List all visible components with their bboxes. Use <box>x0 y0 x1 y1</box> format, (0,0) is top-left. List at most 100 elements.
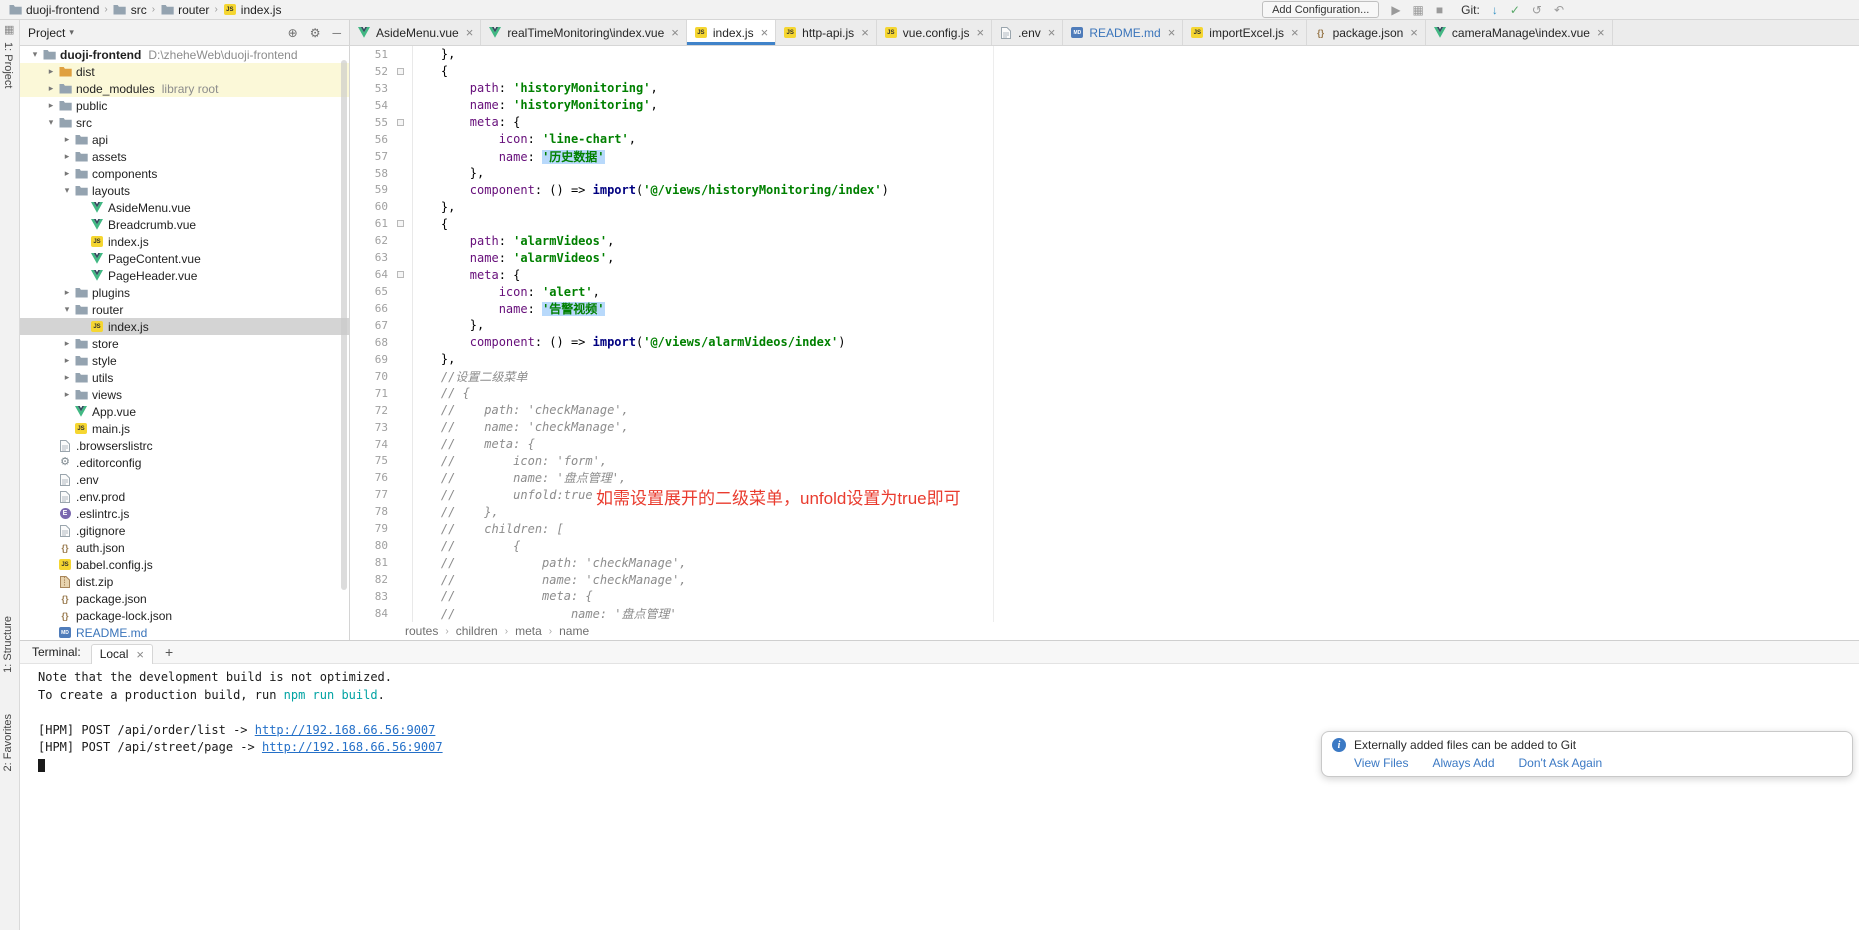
code-text[interactable]: name: 'historyMonitoring', <box>412 98 658 112</box>
code-text[interactable]: // name: 'checkManage', <box>412 420 629 434</box>
line-number[interactable]: 79 <box>350 522 388 535</box>
code-text[interactable]: // { <box>412 386 470 400</box>
editor-tab[interactable]: {}package.json× <box>1307 20 1426 45</box>
fold-marker-icon[interactable] <box>397 68 404 75</box>
editor-tab[interactable]: .env× <box>992 20 1063 45</box>
editor-breadcrumb-item[interactable]: meta <box>515 624 542 638</box>
tree-item--editorconfig[interactable]: ⚙.editorconfig <box>20 454 349 471</box>
code-line[interactable]: 64 meta: { <box>350 266 1859 283</box>
code-line[interactable]: 81 // path: 'checkManage', <box>350 554 1859 571</box>
editor-tab[interactable]: cameraManage\index.vue× <box>1426 20 1613 45</box>
chevron-closed-icon[interactable]: ▸ <box>60 168 74 179</box>
line-number[interactable]: 60 <box>350 200 388 213</box>
code-text[interactable]: { <box>412 217 448 231</box>
close-icon[interactable]: × <box>976 26 984 39</box>
line-number[interactable]: 71 <box>350 387 388 400</box>
chevron-closed-icon[interactable]: ▸ <box>44 83 58 94</box>
line-number[interactable]: 64 <box>350 268 388 281</box>
code-text[interactable]: meta: { <box>412 115 520 129</box>
terminal-link[interactable]: http://192.168.66.56:9007 <box>255 723 436 737</box>
editor-breadcrumb-item[interactable]: name <box>559 624 589 638</box>
line-number[interactable]: 68 <box>350 336 388 349</box>
chevron-open-icon[interactable]: ▾ <box>60 304 74 315</box>
tree-item-store[interactable]: ▸store <box>20 335 349 352</box>
stripe-project-button[interactable]: 1: Project <box>2 42 14 88</box>
add-configuration-button[interactable]: Add Configuration... <box>1262 1 1379 18</box>
line-number[interactable]: 76 <box>350 471 388 484</box>
breadcrumb-item[interactable]: JSindex.js <box>223 3 282 17</box>
code-text[interactable]: component: () => import('@/views/alarmVi… <box>412 335 846 349</box>
code-text[interactable]: // meta: { <box>412 589 593 603</box>
editor-tab[interactable]: MDREADME.md× <box>1063 20 1183 45</box>
editor-code[interactable]: 51 },52 {53 path: 'historyMonitoring',54… <box>350 46 1859 622</box>
git-update-icon[interactable]: ↓ <box>1492 4 1498 16</box>
tree-item-router[interactable]: ▾router <box>20 301 349 318</box>
close-icon[interactable]: × <box>761 26 769 39</box>
code-line[interactable]: 78 // }, <box>350 503 1859 520</box>
tree-item-auth-json[interactable]: {}auth.json <box>20 539 349 556</box>
code-line[interactable]: 54 name: 'historyMonitoring', <box>350 97 1859 114</box>
tree-item-layouts[interactable]: ▾layouts <box>20 182 349 199</box>
code-text[interactable]: // path: 'checkManage', <box>412 403 629 417</box>
tree-item-node-modules[interactable]: ▸node_moduleslibrary root <box>20 80 349 97</box>
tree-item--env-prod[interactable]: .env.prod <box>20 488 349 505</box>
close-icon[interactable]: × <box>1410 26 1418 39</box>
tree-item-duoji-frontend[interactable]: ▾duoji-frontendD:\zheheWeb\duoji-fronten… <box>20 46 349 63</box>
editor-breadcrumb-item[interactable]: children <box>456 624 498 638</box>
line-number[interactable]: 56 <box>350 133 388 146</box>
fold-marker-icon[interactable] <box>397 220 404 227</box>
code-line[interactable]: 62 path: 'alarmVideos', <box>350 232 1859 249</box>
code-line[interactable]: 79 // children: [ <box>350 520 1859 537</box>
close-icon[interactable]: × <box>671 26 679 39</box>
code-text[interactable]: component: () => import('@/views/history… <box>412 183 889 197</box>
project-view-selector[interactable]: Project ▾ <box>28 26 74 40</box>
editor-breadcrumb-item[interactable]: routes <box>405 624 438 638</box>
locate-file-icon[interactable]: ⊕ <box>288 26 298 40</box>
code-line[interactable]: 83 // meta: { <box>350 588 1859 605</box>
line-number[interactable]: 57 <box>350 150 388 163</box>
chevron-open-icon[interactable]: ▾ <box>44 117 58 128</box>
line-number[interactable]: 81 <box>350 556 388 569</box>
code-line[interactable]: 74 // meta: { <box>350 436 1859 453</box>
tree-item-utils[interactable]: ▸utils <box>20 369 349 386</box>
git-rollback-icon[interactable]: ↶ <box>1554 4 1564 16</box>
code-text[interactable]: // name: '盘点管理' <box>412 605 677 622</box>
editor-tab[interactable]: JSindex.js× <box>687 20 776 45</box>
editor-tab[interactable]: JShttp-api.js× <box>776 20 877 45</box>
code-text[interactable]: icon: 'line-chart', <box>412 132 636 146</box>
code-line[interactable]: 73 // name: 'checkManage', <box>350 419 1859 436</box>
line-number[interactable]: 84 <box>350 607 388 620</box>
tree-item-readme-md[interactable]: MDREADME.md <box>20 624 349 641</box>
code-text[interactable]: name: 'alarmVideos', <box>412 251 614 265</box>
tree-item-style[interactable]: ▸style <box>20 352 349 369</box>
tree-item-dist-zip[interactable]: dist.zip <box>20 573 349 590</box>
chevron-closed-icon[interactable]: ▸ <box>60 151 74 162</box>
code-line[interactable]: 61 { <box>350 215 1859 232</box>
close-icon[interactable]: × <box>136 648 144 661</box>
close-icon[interactable]: × <box>1168 26 1176 39</box>
tree-item-src[interactable]: ▾src <box>20 114 349 131</box>
code-line[interactable]: 63 name: 'alarmVideos', <box>350 249 1859 266</box>
code-text[interactable]: name: '历史数据' <box>412 148 605 165</box>
tree-item-asidemenu-vue[interactable]: AsideMenu.vue <box>20 199 349 216</box>
tree-item-index-js[interactable]: JSindex.js <box>20 233 349 250</box>
code-line[interactable]: 59 component: () => import('@/views/hist… <box>350 182 1859 199</box>
tree-item-package-json[interactable]: {}package.json <box>20 590 349 607</box>
chevron-open-icon[interactable]: ▾ <box>60 185 74 196</box>
chevron-closed-icon[interactable]: ▸ <box>60 338 74 349</box>
line-number[interactable]: 67 <box>350 319 388 332</box>
code-line[interactable]: 71 // { <box>350 385 1859 402</box>
line-number[interactable]: 82 <box>350 573 388 586</box>
tree-item-assets[interactable]: ▸assets <box>20 148 349 165</box>
line-number[interactable]: 74 <box>350 438 388 451</box>
stripe-favorites-button[interactable]: 2: Favorites <box>2 714 14 771</box>
git-history-icon[interactable]: ↺ <box>1532 4 1542 16</box>
code-line[interactable]: 76 // name: '盘点管理', <box>350 469 1859 486</box>
code-text[interactable]: name: '告警视频' <box>412 300 605 317</box>
code-text[interactable]: meta: { <box>412 268 520 282</box>
line-number[interactable]: 51 <box>350 48 388 61</box>
line-number[interactable]: 80 <box>350 539 388 552</box>
notification-action-link[interactable]: View Files <box>1354 756 1408 770</box>
terminal-tab-local[interactable]: Local × <box>91 644 153 664</box>
code-text[interactable]: // }, <box>412 505 499 519</box>
